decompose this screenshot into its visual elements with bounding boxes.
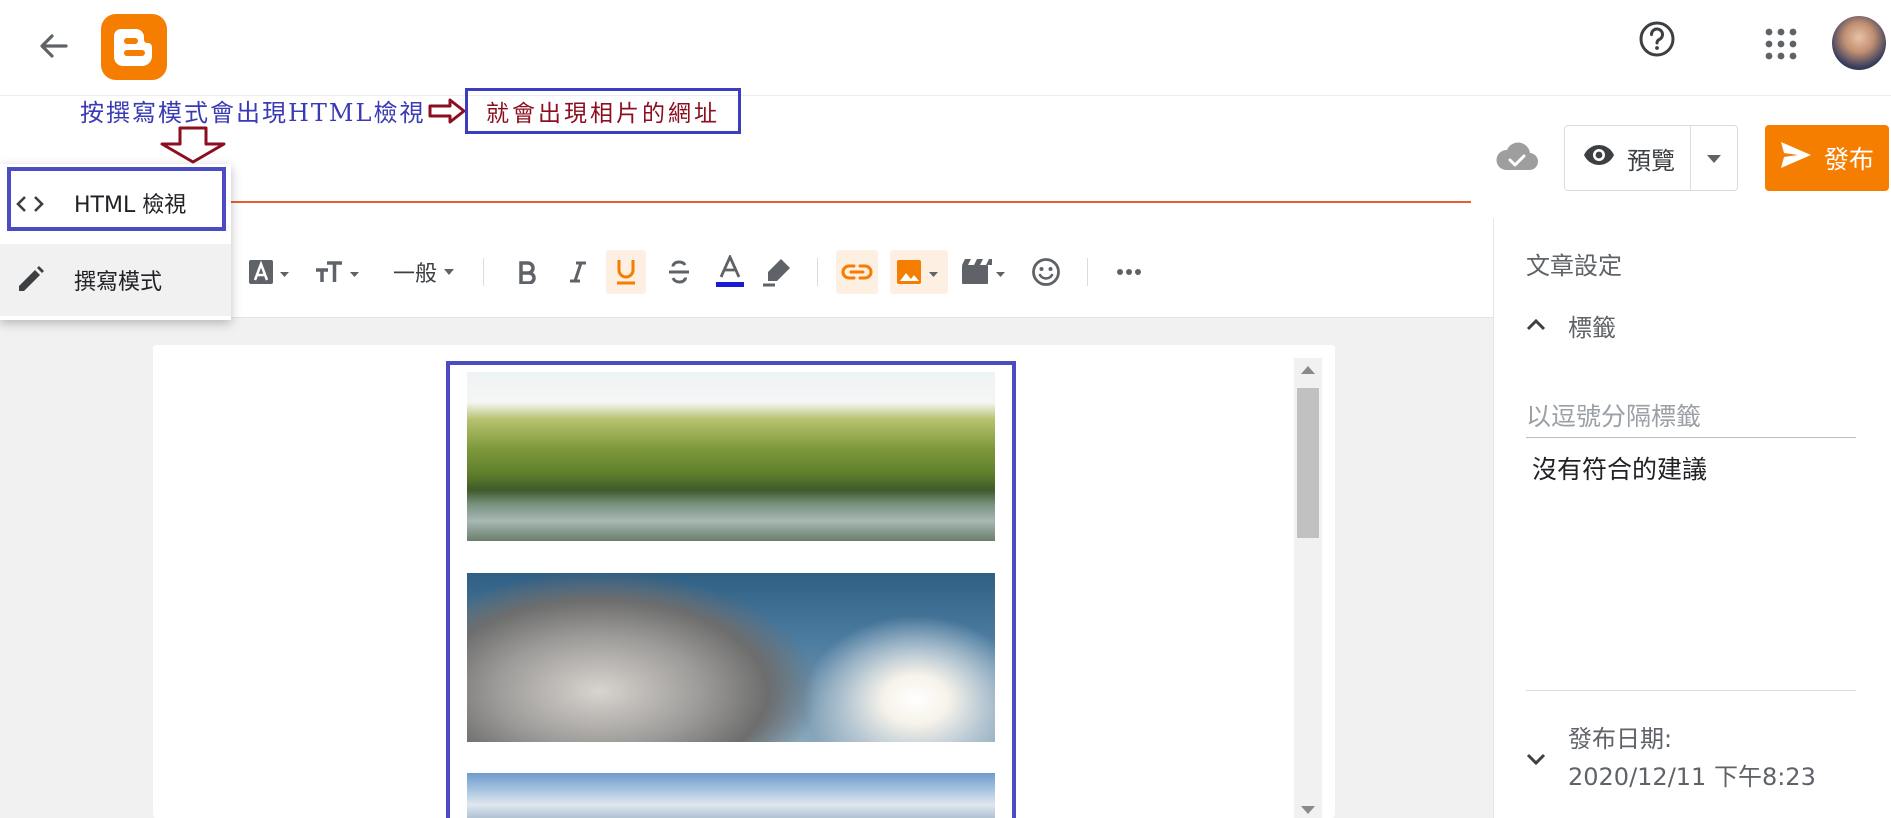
post-title-underline: [225, 201, 1471, 203]
scroll-down-arrow[interactable]: [1301, 806, 1315, 814]
toolbar-divider: [1087, 258, 1088, 286]
app-header: [0, 0, 1891, 96]
text-size-icon[interactable]: [314, 250, 364, 294]
toolbar-divider: [817, 258, 818, 286]
blogger-logo[interactable]: [101, 14, 167, 80]
preview-label: 預覽: [1627, 146, 1675, 175]
annotation-photo-url-note: 就會出現相片的網址: [465, 88, 741, 134]
code-icon: [14, 188, 46, 220]
chevron-down-icon: [1706, 149, 1722, 168]
chevron-down-icon: [1526, 752, 1546, 771]
annotation-arrow-right-icon: [428, 98, 466, 128]
editor-mode-menu: HTML 檢視 撰寫模式: [0, 164, 231, 320]
post-settings-title: 文章設定: [1526, 252, 1622, 280]
paragraph-style-label: 一般: [392, 262, 437, 287]
text-color-icon[interactable]: [710, 250, 750, 294]
preview-menu-button[interactable]: [1691, 126, 1737, 190]
paragraph-style-dropdown[interactable]: 一般: [385, 250, 463, 294]
menu-item-compose-mode[interactable]: 撰寫模式: [0, 244, 231, 316]
publish-date-toggle[interactable]: 發布日期: 2020/12/11 下午8:23: [1526, 720, 1816, 796]
toolbar-divider: [483, 258, 484, 286]
menu-item-label: HTML 檢視: [74, 193, 187, 218]
labels-input[interactable]: [1526, 396, 1856, 438]
link-icon[interactable]: [836, 250, 878, 294]
image-icon[interactable]: [890, 250, 948, 294]
labels-no-suggestions: 沒有符合的建議: [1532, 455, 1708, 484]
eye-icon: [1583, 144, 1615, 172]
video-icon[interactable]: [960, 250, 1010, 294]
italic-icon[interactable]: [558, 250, 598, 294]
preview-button-group: 預覽: [1564, 125, 1738, 191]
annotation-arrow-down-icon: [158, 126, 228, 168]
emoji-icon[interactable]: [1025, 250, 1067, 294]
back-arrow-icon[interactable]: [34, 26, 74, 66]
menu-item-label: 撰寫模式: [74, 270, 163, 295]
apps-grid-icon[interactable]: [1764, 27, 1798, 61]
preview-button[interactable]: 預覽: [1565, 126, 1691, 190]
publish-date-value: 2020/12/11 下午8:23: [1568, 763, 1816, 791]
scroll-up-arrow[interactable]: [1301, 366, 1315, 374]
font-icon[interactable]: [247, 250, 293, 294]
format-toolbar: 一般: [225, 228, 1493, 318]
avatar[interactable]: [1832, 16, 1886, 70]
pencil-icon: [14, 264, 46, 296]
publish-label: 發布: [1823, 145, 1874, 174]
labels-title: 標籤: [1568, 314, 1616, 342]
labels-section-toggle[interactable]: 標籤: [1526, 308, 1616, 343]
more-icon[interactable]: [1107, 250, 1151, 294]
publish-button[interactable]: 發布: [1765, 125, 1889, 191]
publish-date-label: 發布日期:: [1568, 725, 1673, 753]
chevron-up-icon: [1526, 316, 1546, 335]
cloud-saved-icon: [1494, 140, 1540, 172]
menu-item-html-view[interactable]: HTML 檢視: [0, 168, 231, 238]
help-icon[interactable]: [1636, 18, 1678, 60]
scroll-thumb[interactable]: [1297, 388, 1319, 538]
annotation-compose-note: 按撰寫模式會出現HTML檢視: [80, 99, 426, 127]
highlight-icon[interactable]: [757, 250, 797, 294]
bold-icon[interactable]: [507, 250, 547, 294]
settings-divider: [1526, 690, 1856, 691]
send-icon: [1780, 141, 1812, 175]
underline-icon[interactable]: [606, 250, 646, 294]
annotation-photo-frame: [446, 361, 1016, 818]
strikethrough-icon[interactable]: [659, 250, 699, 294]
